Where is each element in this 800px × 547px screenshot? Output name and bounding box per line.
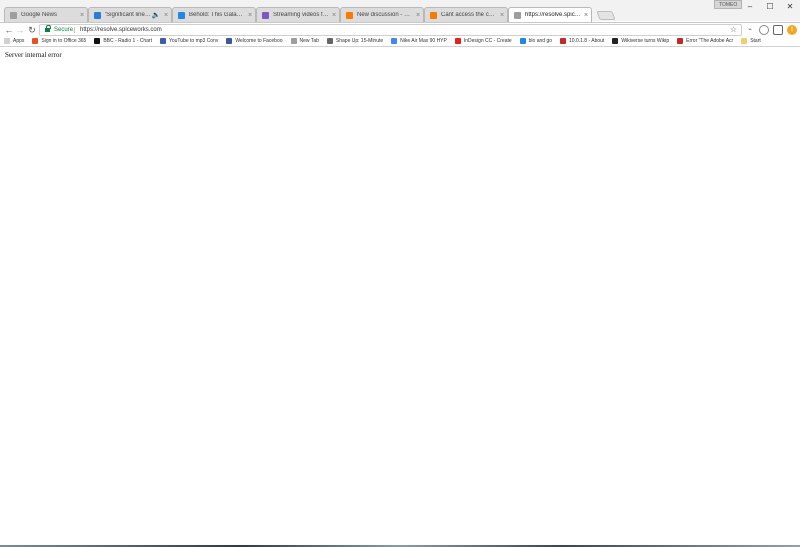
bookmark-label: New Tab <box>299 38 319 44</box>
new-tab-button[interactable] <box>596 11 616 20</box>
tab-label: 'Significant line of inq <box>105 12 151 18</box>
tab[interactable]: 'Significant line of inq🔈× <box>88 7 172 22</box>
tab-close-icon[interactable]: × <box>581 12 591 19</box>
tab-favicon-icon <box>430 11 437 19</box>
tab-close-icon[interactable]: × <box>329 12 339 19</box>
bookmark-favicon-icon <box>159 38 166 44</box>
reload-button[interactable]: ↻ <box>26 24 38 36</box>
tab[interactable]: Google News × <box>4 7 88 22</box>
bookmarks-bar: Apps Sign in to Office 365 BBC - Radio 1 -… <box>0 36 800 47</box>
bookmark-item[interactable]: Sign in to Office 365 <box>32 38 86 44</box>
bookmark-item[interactable]: blo and go <box>519 38 553 44</box>
bookmark-item[interactable]: 10.0.1.8 - About <box>560 38 604 44</box>
tab-favicon-icon <box>346 11 353 19</box>
bookmark-label: InDesign CC - Create <box>463 38 512 44</box>
bookmark-item[interactable]: Apps <box>4 38 24 44</box>
bookmark-favicon-icon <box>290 38 297 44</box>
tab[interactable]: Behold: This Galaxy Nota× <box>172 7 256 22</box>
bookmark-favicon-icon <box>519 38 526 44</box>
bookmark-label: Sign in to Office 365 <box>41 38 87 44</box>
bookmark-favicon-icon <box>226 38 233 44</box>
divider <box>74 27 75 33</box>
tab-close-icon[interactable]: × <box>161 12 171 19</box>
error-message: Server internal error <box>5 51 62 59</box>
bookmark-favicon-icon <box>560 38 567 44</box>
forward-button[interactable]: → <box>14 24 26 36</box>
tab-favicon-icon <box>262 11 269 19</box>
browser-toolbar: ← → ↻ Secure https://resolve.spiceworks.… <box>0 22 800 36</box>
bookmark-label: Wikiverse turns Wikip <box>621 38 670 44</box>
extension-icon[interactable] <box>773 25 783 35</box>
bookmark-label: Start <box>750 38 761 44</box>
bookmark-favicon-icon <box>391 38 398 44</box>
tab-close-icon[interactable]: × <box>497 12 507 19</box>
tab-label: New discussion - Spicew <box>357 12 413 18</box>
bookmark-item[interactable]: Shape Up: 15-Minute <box>326 38 384 44</box>
bookmark-item[interactable]: InDesign CC - Create <box>454 38 512 44</box>
tab-label: Streaming videos from y <box>273 12 329 18</box>
bookmark-item[interactable]: New Tab <box>290 38 319 44</box>
bookmark-label: Welcome to Faceboo <box>235 38 283 44</box>
secure-label[interactable]: Secure <box>54 25 73 35</box>
bookmark-label: BBC - Radio 1 - Chart <box>103 38 152 44</box>
tab-label: Behold: This Galaxy Nota <box>189 12 245 18</box>
bookmark-item[interactable]: YouTube to mp3 Conv <box>159 38 219 44</box>
address-bar[interactable]: Secure https://resolve.spiceworks.com ☆ <box>39 24 742 36</box>
bookmark-favicon-icon <box>612 38 619 44</box>
tab-label: https://resolve.spiceworks <box>525 12 581 18</box>
tab[interactable]: https://resolve.spiceworks× <box>508 7 592 22</box>
bookmark-label: Error "The Adobe Acr <box>686 38 734 44</box>
tab-close-icon[interactable]: × <box>245 12 255 19</box>
bookmark-favicon-icon <box>32 38 39 44</box>
tab-favicon-icon <box>178 11 185 19</box>
bookmark-favicon-icon <box>94 38 101 44</box>
tab-label: Cant access the connect <box>441 12 497 18</box>
bookmark-item[interactable]: Start <box>741 38 761 44</box>
browser-titlebar: Google News×'Significant line of inq🔈×Be… <box>0 0 800 22</box>
bookmark-label: Nike Air Max 90 HYP <box>400 38 447 44</box>
bookmark-item[interactable]: Nike Air Max 90 HYP <box>391 38 447 44</box>
tab[interactable]: New discussion - Spicew× <box>340 7 424 22</box>
bookmark-label: Shape Up: 15-Minute <box>335 38 384 44</box>
tab-strip: Google News×'Significant line of inq🔈×Be… <box>4 7 616 22</box>
menu-alert-icon[interactable]: ! <box>787 25 797 35</box>
folder-icon <box>741 38 748 44</box>
lock-icon <box>45 25 51 33</box>
bookmark-favicon-icon <box>326 38 333 44</box>
tab[interactable]: Cant access the connect× <box>424 7 508 22</box>
tab[interactable]: Streaming videos from y× <box>256 7 340 22</box>
tab-favicon-icon <box>94 11 101 19</box>
bookmark-item[interactable]: Welcome to Faceboo <box>226 38 283 44</box>
page-content: Server internal error <box>0 48 800 547</box>
extension-icon[interactable]: ⌁ <box>745 25 755 35</box>
apps-grid-icon <box>4 38 10 44</box>
bookmark-favicon-icon <box>677 38 684 44</box>
bookmark-favicon-icon <box>454 38 461 44</box>
bookmark-label: YouTube to mp3 Conv <box>168 38 219 44</box>
bookmark-label: 10.0.1.8 - About <box>569 38 605 44</box>
bookmark-star-icon[interactable]: ☆ <box>730 25 737 35</box>
tab-favicon-icon <box>514 11 521 19</box>
tab-close-icon[interactable]: × <box>413 12 423 19</box>
bookmark-item[interactable]: BBC - Radio 1 - Chart <box>94 38 152 44</box>
extension-icon[interactable] <box>759 25 769 35</box>
tab-favicon-icon <box>10 11 17 19</box>
tab-close-icon[interactable]: × <box>77 12 87 19</box>
tab-label: Google News <box>21 12 58 18</box>
close-window-button[interactable]: ✕ <box>776 2 800 14</box>
tab-audio-icon[interactable]: 🔈 <box>151 11 161 19</box>
url-text[interactable]: https://resolve.spiceworks.com <box>80 25 162 35</box>
bookmark-label: Apps <box>13 38 25 44</box>
bookmark-label: blo and go <box>528 38 553 44</box>
bookmark-item[interactable]: Error "The Adobe Acr <box>677 38 733 44</box>
bookmark-item[interactable]: Wikiverse turns Wikip <box>612 38 669 44</box>
